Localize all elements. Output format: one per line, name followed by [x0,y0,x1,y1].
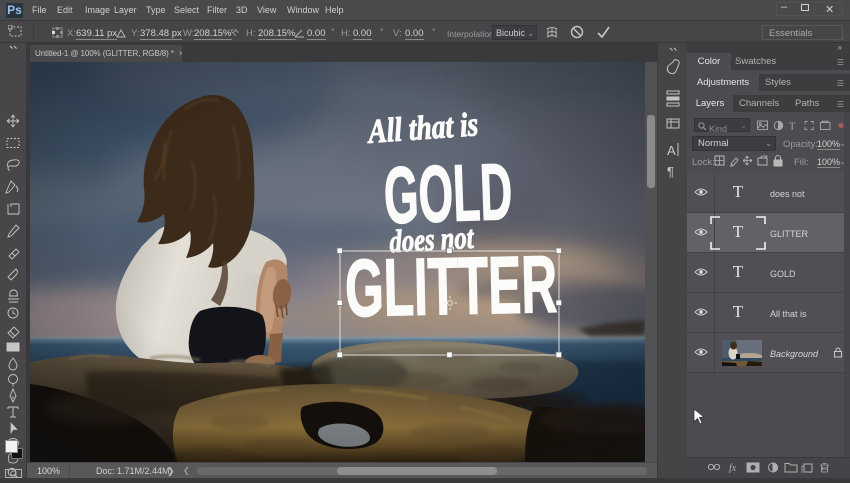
svg-text:¶: ¶ [667,164,674,179]
svg-text:A: A [667,143,676,158]
svg-text:fx: fx [729,463,737,473]
svg-text:All that is: All that is [365,106,479,151]
svg-text:GLITTER: GLITTER [344,240,558,334]
svg-text:T: T [789,122,796,133]
